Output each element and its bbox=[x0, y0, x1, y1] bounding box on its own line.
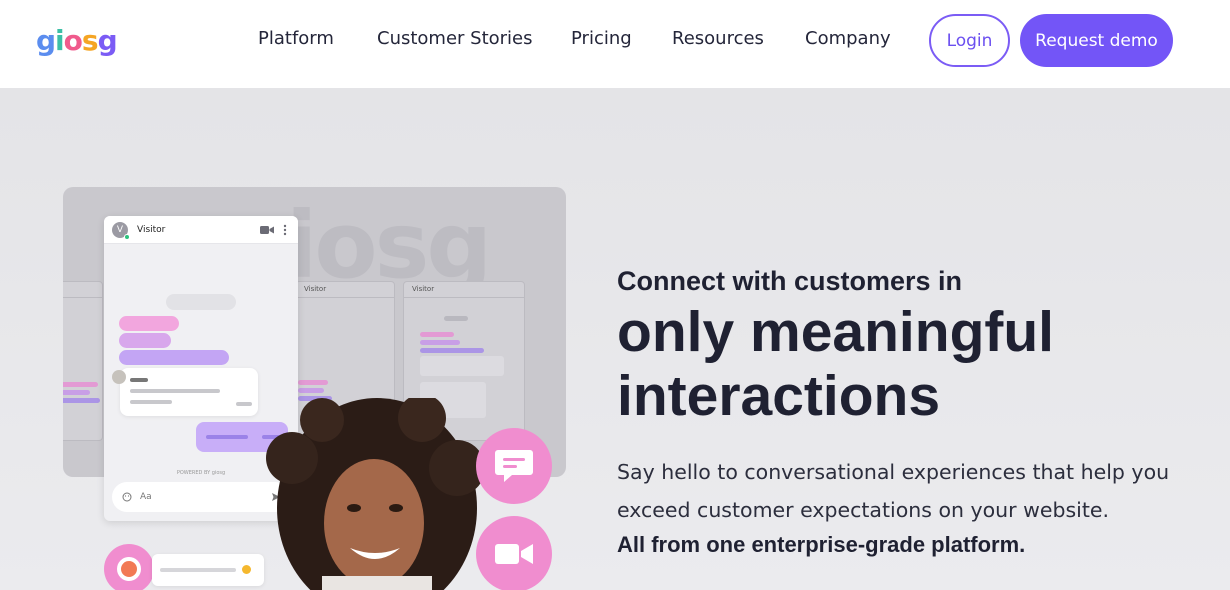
nav-pricing[interactable]: Pricing bbox=[571, 28, 632, 49]
hero-description: Say hello to conversational experiences … bbox=[617, 460, 1170, 522]
mini-window-title: Visitor bbox=[404, 282, 524, 298]
video-channel-button[interactable] bbox=[476, 516, 552, 590]
emoji-icon bbox=[242, 565, 251, 574]
logo-letter-g: g bbox=[36, 24, 56, 57]
quick-reply-chip[interactable] bbox=[119, 333, 171, 348]
site-header: giosg Platform Customer Stories Pricing … bbox=[0, 0, 1230, 88]
hero-title: only meaningful interactions bbox=[617, 300, 1055, 428]
chat-channel-button[interactable] bbox=[476, 428, 552, 504]
video-camera-icon bbox=[495, 544, 533, 564]
emoji-icon[interactable] bbox=[122, 492, 132, 502]
online-status-dot bbox=[124, 233, 130, 240]
hero-subheading: Connect with customers in bbox=[617, 266, 963, 296]
logo-letter-s: s bbox=[81, 24, 99, 57]
notification-card bbox=[152, 554, 264, 586]
quick-reply-chip[interactable] bbox=[119, 316, 179, 331]
smiling-woman-photo bbox=[262, 398, 492, 590]
hero-highlight: All from one enterprise-grade platform. bbox=[617, 532, 1026, 557]
mini-window-title: Visitor bbox=[296, 282, 394, 298]
agent-avatar bbox=[112, 370, 126, 384]
system-message bbox=[166, 294, 236, 310]
quick-reply-chip[interactable] bbox=[119, 350, 229, 365]
logo-letter-g2: g bbox=[97, 24, 118, 57]
more-vertical-icon[interactable] bbox=[280, 224, 290, 236]
logo-letter-i: i bbox=[55, 24, 65, 57]
logo-letter-o: o bbox=[63, 24, 83, 57]
agent-message bbox=[120, 368, 258, 416]
chat-header: V Visitor bbox=[104, 216, 298, 244]
chat-visitor-name: Visitor bbox=[137, 224, 166, 235]
input-placeholder: Aa bbox=[140, 492, 152, 502]
nav-company[interactable]: Company bbox=[805, 28, 891, 49]
video-camera-icon[interactable] bbox=[260, 225, 274, 235]
nav-platform[interactable]: Platform bbox=[258, 28, 334, 49]
avatar: V bbox=[112, 221, 130, 240]
nav-customer-stories[interactable]: Customer Stories bbox=[377, 28, 533, 49]
brand-avatar-badge bbox=[104, 544, 154, 590]
giosg-logo[interactable]: giosg bbox=[36, 24, 118, 57]
login-button[interactable]: Login bbox=[929, 14, 1010, 67]
mini-chat-window bbox=[63, 281, 103, 441]
nav-resources[interactable]: Resources bbox=[672, 28, 764, 49]
chat-bubble-icon bbox=[495, 450, 533, 482]
request-demo-button[interactable]: Request demo bbox=[1020, 14, 1173, 67]
